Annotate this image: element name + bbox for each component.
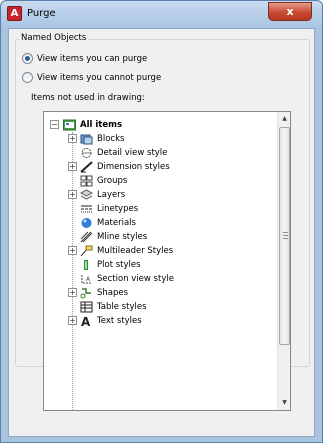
tree-item-label: Text styles <box>97 315 142 326</box>
text-styles-expander[interactable]: + <box>68 316 77 325</box>
tree-item-blocks[interactable]: Blocks <box>80 132 124 145</box>
close-window-button[interactable]: x <box>268 2 312 21</box>
items-list-label: Items not used in drawing: <box>31 93 145 103</box>
tree-item-mline-styles[interactable]: Mline styles <box>80 230 147 243</box>
view-cannot-purge-label: View items you cannot purge <box>37 72 162 83</box>
tree-item-materials[interactable]: Materials <box>80 216 136 229</box>
radio-selected-indicator <box>22 53 33 64</box>
tree-item-label: Layers <box>97 189 126 200</box>
tree-item-detail-view-style[interactable]: Detail view style <box>80 146 167 159</box>
section-view-style-icon: A <box>81 274 91 283</box>
tree-item-table-styles[interactable]: Table styles <box>80 300 147 313</box>
tree-item-label: Materials <box>97 217 136 228</box>
svg-text:A: A <box>86 276 91 283</box>
tree-item-label: Table styles <box>97 301 147 312</box>
scroll-up-arrow-icon[interactable]: ▲ <box>278 112 290 125</box>
blocks-expander[interactable]: + <box>68 134 77 143</box>
groups-icon <box>80 175 93 186</box>
named-objects-label: Named Objects <box>19 33 89 43</box>
tree-item-dimension-styles[interactable]: Dimension styles <box>80 160 170 173</box>
radio-unselected-indicator <box>22 72 33 83</box>
tree-item-label: Shapes <box>97 287 129 298</box>
tree-item-label: Blocks <box>97 133 125 144</box>
plot-styles-icon <box>84 259 88 270</box>
tree-item-label: Linetypes <box>97 203 139 214</box>
linetypes-icon <box>81 205 92 212</box>
tree-item-label: Detail view style <box>97 147 168 158</box>
tree-item-groups[interactable]: Groups <box>80 174 127 187</box>
grip-line <box>283 238 288 239</box>
grip-line <box>283 232 288 233</box>
multileader-styles-icon <box>80 245 93 256</box>
tree-item-section-view-style[interactable]: A Section view style <box>80 272 174 285</box>
tree-item-shapes[interactable]: Shapes <box>80 286 128 299</box>
autocad-app-icon[interactable]: A <box>7 6 22 21</box>
tree-item-label: Dimension styles <box>97 161 170 172</box>
grip-line <box>283 235 288 236</box>
items-tree-view[interactable]: − All items + Blocks Detail view style + <box>43 111 291 411</box>
purge-dialog: A Purge x Named Objects View items you c… <box>0 0 323 443</box>
scroll-down-arrow-icon[interactable]: ▼ <box>278 396 290 409</box>
root-expander[interactable]: − <box>50 120 59 129</box>
tree-item-label: Multileader Styles <box>97 245 174 256</box>
tree-vertical-scrollbar[interactable]: ▲ ▼ <box>277 112 290 410</box>
multileader-styles-expander[interactable]: + <box>68 246 77 255</box>
shapes-icon <box>80 287 91 298</box>
mline-styles-icon <box>80 231 93 242</box>
tree-connector-line <box>72 132 73 410</box>
tree-item-root[interactable]: All items <box>63 118 122 131</box>
blocks-icon <box>80 134 93 144</box>
view-cannot-purge-radio[interactable]: View items you cannot purge <box>22 72 161 83</box>
dimension-styles-expander[interactable]: + <box>68 162 77 171</box>
tree-item-layers[interactable]: Layers <box>80 188 125 201</box>
view-can-purge-label: View items you can purge <box>37 53 148 64</box>
layers-expander[interactable]: + <box>68 190 77 199</box>
detail-view-style-icon <box>81 147 92 158</box>
tree-item-label: All items <box>80 119 123 130</box>
layers-icon <box>80 188 93 200</box>
window-title: Purge <box>27 8 56 19</box>
tree-item-plot-styles[interactable]: Plot styles <box>80 258 141 271</box>
tree-item-label: Groups <box>97 175 128 186</box>
table-styles-icon <box>80 301 93 312</box>
dialog-client-area: Named Objects View items you can purge V… <box>8 28 315 437</box>
tree-item-label: Section view style <box>97 273 174 284</box>
view-can-purge-radio[interactable]: View items you can purge <box>22 53 147 64</box>
close-icon: x <box>286 5 294 18</box>
text-styles-icon: A <box>81 315 91 327</box>
tree-item-text-styles[interactable]: A Text styles <box>80 314 142 327</box>
scroll-thumb[interactable] <box>279 127 290 345</box>
all-items-icon <box>63 119 76 130</box>
tree-item-linetypes[interactable]: Linetypes <box>80 202 138 215</box>
materials-icon <box>81 217 92 228</box>
tree-item-label: Mline styles <box>97 231 148 242</box>
tree-item-multileader-styles[interactable]: Multileader Styles <box>80 244 173 257</box>
tree-content: − All items + Blocks Detail view style + <box>44 112 277 410</box>
shapes-expander[interactable]: + <box>68 288 77 297</box>
dimension-styles-icon <box>80 160 93 173</box>
svg-text:A: A <box>81 315 91 327</box>
tree-item-label: Plot styles <box>97 259 141 270</box>
title-bar[interactable]: A Purge x <box>1 1 322 28</box>
